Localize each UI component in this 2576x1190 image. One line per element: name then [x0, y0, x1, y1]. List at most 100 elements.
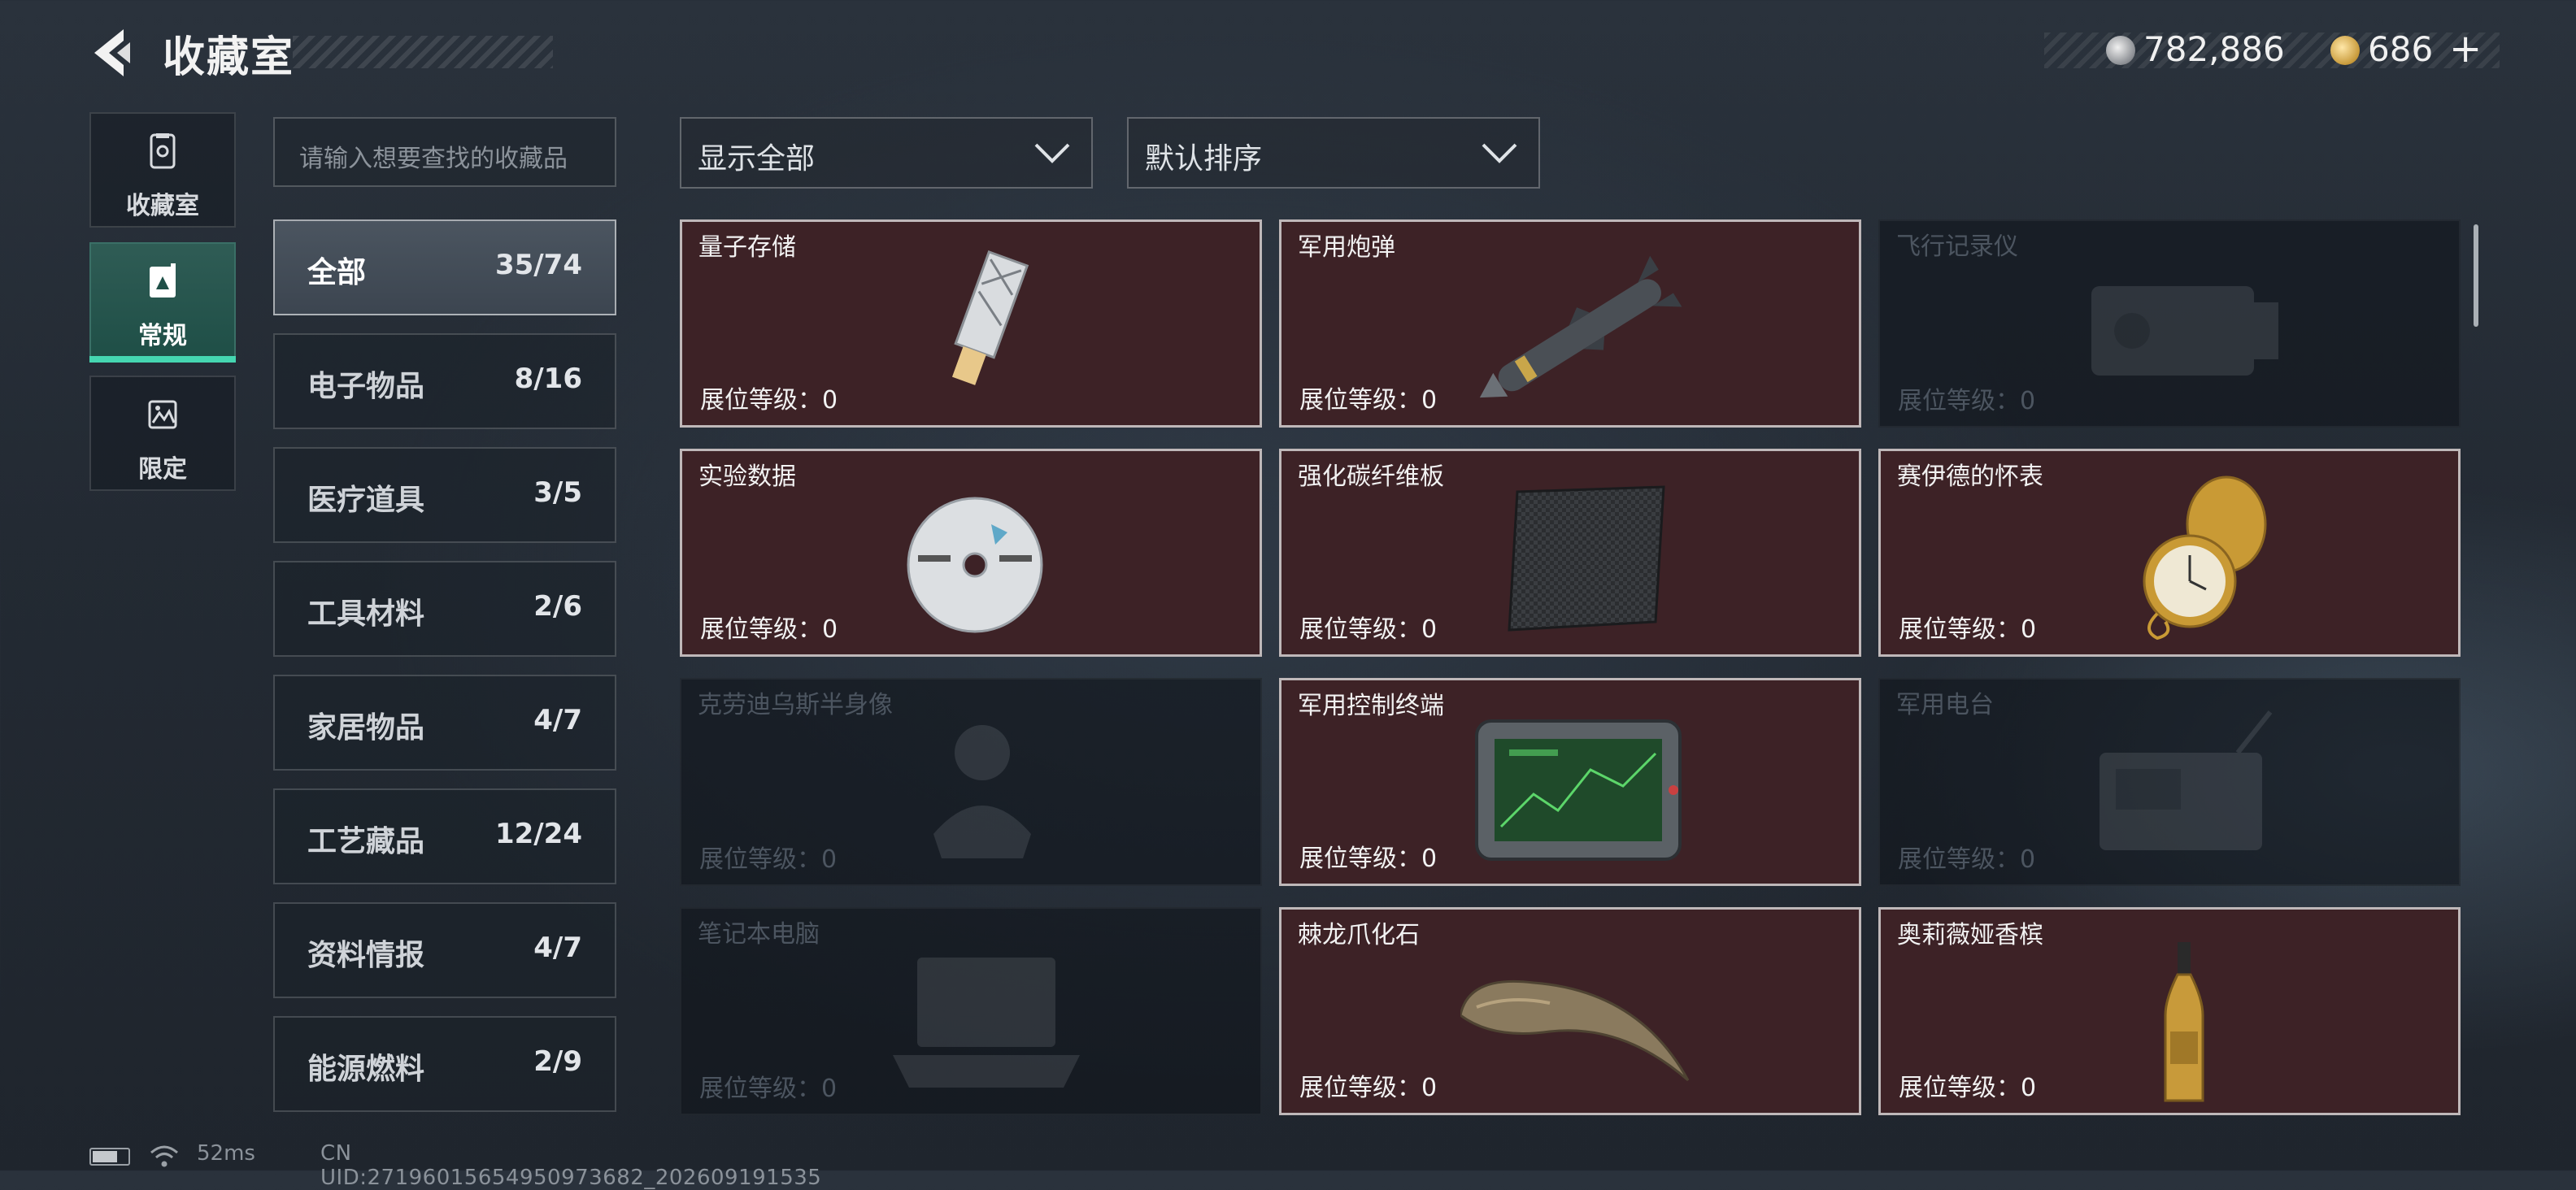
back-arrow-icon[interactable]	[88, 24, 137, 81]
category-household[interactable]: 家居物品 4/7	[273, 675, 616, 771]
category-electronics[interactable]: 电子物品 8/16	[273, 333, 616, 429]
tab-label: 限定	[138, 455, 187, 484]
category-energy[interactable]: 能源燃料 2/9	[273, 1016, 616, 1112]
item-level: 展位等级：0	[1898, 845, 2036, 874]
collection-grid: 量子存储 展位等级：0 军用炮弹 展位等级：0 飞行记录仪 展位等级：0 实验数…	[680, 219, 2461, 1122]
category-name: 电子物品	[307, 370, 425, 403]
tab-label: 收藏室	[126, 192, 199, 220]
category-tools[interactable]: 工具材料 2/6	[273, 561, 616, 657]
item-level: 展位等级：0	[1299, 1074, 1438, 1102]
network-ping: 52ms	[197, 1141, 255, 1166]
claw-fossil-icon	[1460, 979, 1690, 1082]
category-name: 工艺藏品	[307, 825, 425, 858]
category-count: 4/7	[533, 704, 582, 736]
category-crafts[interactable]: 工艺藏品 12/24	[273, 788, 616, 884]
bust-statue-icon	[933, 725, 1031, 858]
wifi-icon	[150, 1145, 178, 1167]
item-card[interactable]: 飞行记录仪 展位等级：0	[1878, 219, 2461, 428]
category-name: 家居物品	[307, 711, 425, 745]
item-level: 展位等级：0	[1899, 615, 2037, 644]
laptop-icon	[893, 958, 1080, 1088]
disc-icon	[907, 497, 1043, 633]
item-name: 飞行记录仪	[1896, 232, 2018, 261]
category-name: 医疗道具	[307, 484, 425, 517]
item-level: 展位等级：0	[1299, 845, 1438, 873]
item-card[interactable]: 军用电台 展位等级：0	[1878, 678, 2461, 886]
category-count: 3/5	[533, 476, 582, 509]
category-name: 资料情报	[307, 939, 425, 972]
page-title: 收藏室	[163, 33, 295, 82]
item-name: 军用控制终端	[1298, 692, 1444, 720]
collection-room-icon	[150, 133, 176, 169]
tab-regular[interactable]: 常规	[89, 242, 236, 363]
silver-currency-amount: 782,886	[2143, 29, 2285, 69]
carbon-plate-icon	[1508, 485, 1665, 632]
item-card[interactable]: 棘龙爪化石 展位等级：0	[1279, 907, 1861, 1115]
item-name: 克劳迪乌斯半身像	[698, 691, 893, 719]
category-count: 4/7	[533, 932, 582, 964]
category-count: 8/16	[514, 363, 582, 395]
category-count: 2/9	[533, 1045, 582, 1078]
chevron-down-icon	[1482, 143, 1517, 163]
item-name: 量子存储	[698, 233, 796, 262]
battery-icon	[89, 1148, 130, 1166]
item-name: 强化碳纤维板	[1298, 463, 1444, 491]
chevron-down-icon	[1034, 143, 1070, 163]
gold-currency-amount: 686	[2368, 29, 2434, 69]
title-decoration	[293, 36, 553, 68]
item-level: 展位等级：0	[699, 1075, 838, 1103]
add-currency-button[interactable]: +	[2449, 26, 2482, 72]
usb-drive-icon	[951, 250, 1029, 385]
category-count: 35/74	[494, 249, 582, 281]
missile-icon	[1479, 255, 1682, 398]
champagne-icon	[2164, 942, 2204, 1102]
category-count: 2/6	[533, 590, 582, 623]
silver-coin-icon	[2106, 36, 2135, 65]
item-name: 军用电台	[1896, 691, 1994, 719]
category-all[interactable]: 全部 35/74	[273, 219, 616, 315]
gold-coin-icon	[2330, 36, 2360, 65]
item-name: 赛伊德的怀表	[1897, 463, 2043, 491]
tab-limited[interactable]: 限定	[89, 376, 236, 491]
currency-bar: 782,886 686 +	[2044, 26, 2500, 72]
item-name: 笔记本电脑	[698, 920, 820, 949]
pocket-watch-icon	[2143, 476, 2267, 641]
item-card[interactable]: 军用控制终端 展位等级：0	[1279, 678, 1861, 886]
filter-dropdown-value: 显示全部	[698, 142, 816, 176]
item-level: 展位等级：0	[1299, 386, 1438, 415]
tab-label: 常规	[138, 322, 187, 350]
item-card[interactable]: 强化碳纤维板 展位等级：0	[1279, 449, 1861, 657]
item-level: 展位等级：0	[1899, 1074, 2037, 1102]
item-card[interactable]: 赛伊德的怀表 展位等级：0	[1878, 449, 2461, 657]
user-uid: CN UID:27196015654950973682_202609191535	[320, 1141, 822, 1190]
item-card[interactable]: 奥莉薇娅香槟 展位等级：0	[1878, 907, 2461, 1115]
item-level: 展位等级：0	[700, 615, 838, 644]
item-level: 展位等级：0	[1299, 615, 1438, 644]
category-name: 全部	[307, 256, 367, 289]
regular-icon	[150, 263, 176, 298]
sort-dropdown-value: 默认排序	[1145, 142, 1263, 176]
grid-scrollbar[interactable]	[2474, 224, 2478, 327]
category-name: 能源燃料	[307, 1053, 425, 1086]
category-medical[interactable]: 医疗道具 3/5	[273, 447, 616, 543]
filter-dropdown[interactable]: 显示全部	[680, 117, 1093, 189]
item-name: 军用炮弹	[1298, 233, 1395, 262]
tab-collection-room[interactable]: 收藏室	[89, 112, 236, 228]
item-level: 展位等级：0	[699, 845, 838, 874]
item-card[interactable]: 实验数据 展位等级：0	[680, 449, 1262, 657]
category-count: 12/24	[494, 818, 582, 850]
search-input[interactable]: 请输入想要查找的收藏品	[273, 117, 616, 187]
radio-icon	[2100, 710, 2273, 850]
sort-dropdown[interactable]: 默认排序	[1127, 117, 1540, 189]
item-level: 展位等级：0	[1898, 387, 2036, 415]
item-card[interactable]: 克劳迪乌斯半身像 展位等级：0	[680, 678, 1262, 886]
item-name: 奥莉薇娅香槟	[1897, 921, 2043, 949]
item-level: 展位等级：0	[700, 386, 838, 415]
item-name: 实验数据	[698, 463, 796, 491]
item-name: 棘龙爪化石	[1298, 921, 1420, 949]
item-card[interactable]: 笔记本电脑 展位等级：0	[680, 907, 1262, 1115]
category-intel[interactable]: 资料情报 4/7	[273, 902, 616, 998]
item-card[interactable]: 军用炮弹 展位等级：0	[1279, 219, 1861, 428]
item-card[interactable]: 量子存储 展位等级：0	[680, 219, 1262, 428]
control-terminal-icon	[1475, 719, 1682, 861]
